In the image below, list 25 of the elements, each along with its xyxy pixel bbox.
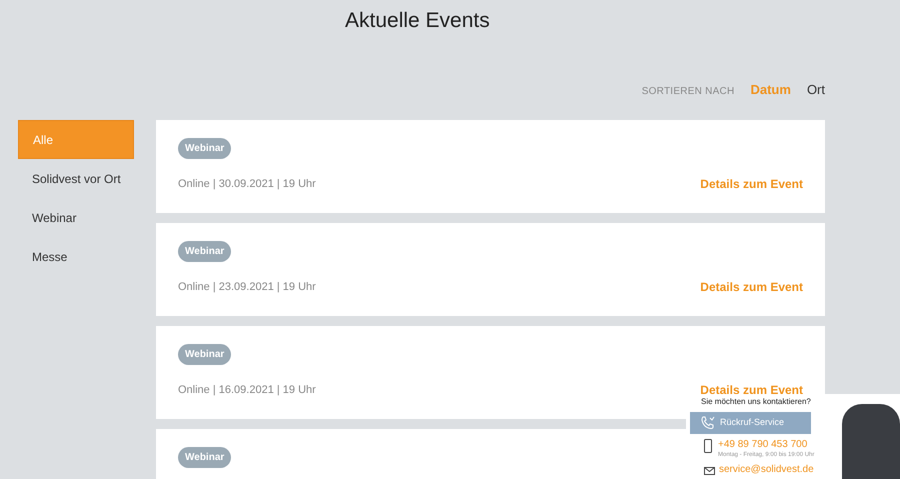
details-link[interactable]: Details zum Event bbox=[700, 177, 803, 192]
details-link[interactable]: Details zum Event bbox=[700, 280, 803, 294]
filter-item[interactable]: Solidvest vor Ort bbox=[18, 159, 134, 198]
filter-item[interactable]: Webinar bbox=[18, 198, 134, 237]
details-link[interactable]: Details zum Event bbox=[700, 383, 803, 398]
phone-icon bbox=[700, 415, 716, 431]
mobile-phone-icon bbox=[704, 439, 712, 453]
email-link[interactable]: service@solidvest.de bbox=[719, 462, 814, 477]
sort-option[interactable]: Datum bbox=[750, 80, 791, 100]
mail-icon bbox=[704, 464, 715, 474]
page-title: Aktuelle Events bbox=[345, 8, 490, 34]
category-tag: Webinar bbox=[178, 138, 232, 159]
phone-number[interactable]: +49 89 790 453 700 bbox=[718, 439, 814, 451]
callback-button[interactable]: Rückruf-Service bbox=[690, 412, 811, 434]
category-tag: Webinar bbox=[178, 344, 232, 365]
category-tag: Webinar bbox=[178, 447, 232, 468]
contact-title: Sie möchten uns kontaktieren? bbox=[700, 396, 812, 408]
category-tag: Webinar bbox=[178, 241, 232, 262]
sort-option[interactable]: Ort bbox=[806, 80, 825, 100]
sort-label: SORTIEREN NACH bbox=[642, 85, 734, 99]
event-info: Online | 23.09.2021 | 19 Uhr bbox=[178, 280, 316, 295]
filter-item[interactable]: Messe bbox=[18, 237, 134, 276]
event-info: Online | 30.09.2021 | 19 Uhr bbox=[178, 177, 316, 192]
filter-item[interactable]: Alle bbox=[18, 120, 134, 159]
event-info: Online | 16.09.2021 | 19 Uhr bbox=[178, 383, 316, 398]
